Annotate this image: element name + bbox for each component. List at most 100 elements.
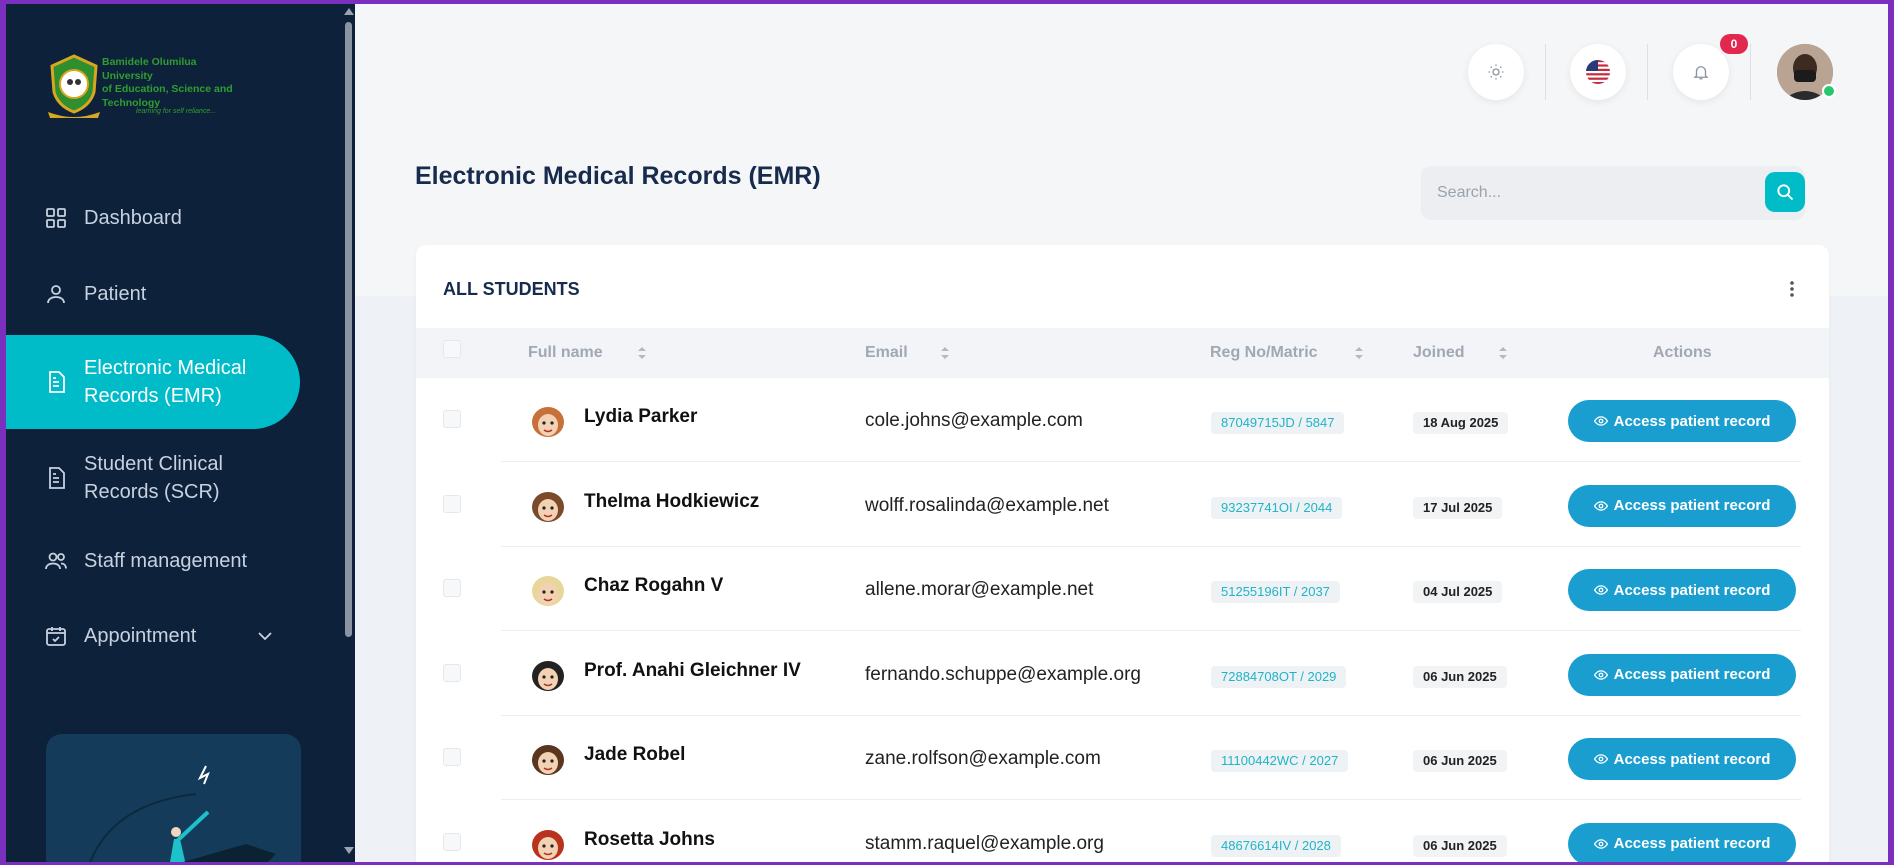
- main-content: 0 Electronic Medical Records (EMR) ALL S…: [355, 4, 1888, 862]
- access-patient-record-button[interactable]: Access patient record: [1568, 569, 1796, 611]
- reg-number-badge: 48676614IV / 2028: [1211, 834, 1341, 857]
- header-divider: [1545, 44, 1546, 100]
- student-avatar-icon: [532, 407, 564, 437]
- row-checkbox[interactable]: [443, 494, 461, 513]
- eye-icon: [1593, 838, 1608, 849]
- button-label: Access patient record: [1613, 581, 1771, 599]
- table-row: Lydia Parker cole.johns@example.com 870497…: [416, 378, 1829, 462]
- sidebar-scroll-thumb[interactable]: [345, 22, 352, 637]
- university-tagline: learning for self reliance...: [136, 108, 217, 115]
- joined-date-badge: 06 Jun 2025: [1413, 665, 1507, 688]
- calendar-icon: [46, 627, 66, 646]
- scroll-up-arrow-icon[interactable]: [344, 8, 354, 15]
- university-crest-icon: [48, 54, 100, 118]
- access-patient-record-button[interactable]: Access patient record: [1568, 822, 1796, 862]
- search-button[interactable]: [1765, 172, 1805, 212]
- sidebar-item-label: Patient: [84, 283, 147, 305]
- column-header-joined[interactable]: Joined: [1413, 344, 1465, 362]
- sidebar: Bamidele Olumilua University of Educatio…: [6, 4, 355, 862]
- bell-icon: [1693, 66, 1709, 80]
- sidebar-item-label: Electronic Medical Records (EMR): [84, 354, 246, 410]
- sort-icon[interactable]: [939, 345, 951, 361]
- access-patient-record-button[interactable]: Access patient record: [1568, 653, 1796, 696]
- chevron-down-icon[interactable]: [256, 627, 274, 645]
- eye-icon: [1593, 416, 1608, 426]
- sidebar-item-dashboard[interactable]: Dashboard: [6, 194, 300, 242]
- more-options-icon[interactable]: [1786, 277, 1798, 301]
- button-label: Access patient record: [1613, 497, 1771, 514]
- student-name[interactable]: Prof. Anahi Gleichner IV: [584, 660, 801, 682]
- table-row: Chaz Rogahn V allene.morar@example.net 512…: [416, 547, 1829, 631]
- joined-date-badge: 17 Jul 2025: [1413, 496, 1503, 519]
- column-header-reg-no[interactable]: Reg No/Matric: [1210, 344, 1318, 362]
- document-icon: [49, 467, 65, 489]
- header-divider: [1750, 44, 1751, 100]
- eye-icon: [1593, 585, 1608, 595]
- student-email: cole.johns@example.com: [865, 410, 1083, 431]
- student-avatar-icon: [532, 491, 564, 522]
- sidebar-item-patient[interactable]: Patient: [6, 270, 300, 318]
- sidebar-item-label: Student Clinical Records (SCR): [84, 450, 223, 506]
- user-icon: [47, 285, 65, 304]
- eye-icon: [1593, 754, 1608, 764]
- student-avatar-icon: [532, 829, 564, 860]
- column-header-email[interactable]: Email: [865, 344, 908, 362]
- sort-icon[interactable]: [636, 345, 648, 361]
- reg-number-badge: 72884708OT / 2029: [1211, 665, 1347, 688]
- notification-badge: 0: [1720, 34, 1748, 54]
- logo-line-1: Bamidele Olumilua University: [102, 56, 197, 82]
- student-name[interactable]: Thelma Hodkiewicz: [584, 491, 759, 513]
- online-status-dot: [1822, 84, 1836, 98]
- joined-date-badge: 06 Jun 2025: [1413, 750, 1507, 772]
- page-title: Electronic Medical Records (EMR): [415, 162, 821, 190]
- table-title: ALL STUDENTS: [443, 279, 580, 299]
- table-row: Rosetta Johns stamm.raquel@example.org 486…: [416, 801, 1829, 862]
- sidebar-item-label: Appointment: [84, 625, 197, 647]
- sort-icon[interactable]: [1497, 345, 1509, 361]
- theme-toggle-button[interactable]: [1468, 44, 1524, 100]
- language-button[interactable]: [1570, 44, 1626, 100]
- student-name[interactable]: Jade Robel: [584, 744, 685, 766]
- row-checkbox[interactable]: [443, 748, 461, 766]
- reg-number-badge: 87049715JD / 5847: [1211, 412, 1345, 434]
- sort-icon[interactable]: [1353, 345, 1365, 361]
- reg-number-badge: 93237741OI / 2044: [1211, 496, 1343, 519]
- student-avatar-icon: [532, 745, 564, 775]
- sidebar-promo-card: [46, 734, 301, 862]
- reg-number-badge: 51255196IT / 2037: [1211, 581, 1340, 603]
- row-checkbox[interactable]: [443, 663, 461, 682]
- student-name[interactable]: Chaz Rogahn V: [584, 575, 723, 597]
- eye-icon: [1593, 669, 1608, 680]
- student-name[interactable]: Lydia Parker: [584, 406, 697, 428]
- row-checkbox[interactable]: [443, 832, 461, 851]
- sidebar-item-staff-management[interactable]: Staff management: [6, 537, 300, 585]
- notifications-button[interactable]: [1673, 44, 1729, 100]
- document-icon: [49, 371, 65, 393]
- sidebar-item-label: Dashboard: [84, 207, 182, 229]
- scroll-down-arrow-icon[interactable]: [344, 847, 354, 854]
- sidebar-item-label: Staff management: [84, 550, 248, 572]
- university-logo[interactable]: Bamidele Olumilua University of Educatio…: [46, 52, 246, 122]
- student-name[interactable]: Rosetta Johns: [584, 829, 715, 851]
- student-email: allene.morar@example.net: [865, 579, 1094, 600]
- sidebar-item-emr[interactable]: Electronic Medical Records (EMR): [6, 335, 300, 429]
- student-avatar-icon: [532, 660, 564, 691]
- students-table-card: ALL STUDENTS Full name Email Reg No/Matr…: [416, 245, 1829, 862]
- row-checkbox[interactable]: [443, 579, 461, 597]
- label-line-2: Records (EMR): [84, 385, 222, 407]
- access-patient-record-button[interactable]: Access patient record: [1568, 484, 1796, 527]
- select-all-checkbox[interactable]: [443, 340, 461, 358]
- student-avatar-icon: [532, 576, 564, 606]
- label-line-1: Electronic Medical: [84, 357, 247, 379]
- sidebar-item-appointment[interactable]: Appointment: [6, 612, 300, 660]
- student-email: stamm.raquel@example.org: [865, 832, 1104, 854]
- sidebar-item-scr[interactable]: Student Clinical Records (SCR): [6, 431, 300, 525]
- button-label: Access patient record: [1613, 750, 1771, 768]
- search-input[interactable]: [1437, 166, 1737, 220]
- sun-icon: [1488, 64, 1504, 80]
- access-patient-record-button[interactable]: Access patient record: [1568, 400, 1796, 442]
- column-header-full-name[interactable]: Full name: [528, 344, 603, 362]
- row-checkbox[interactable]: [443, 410, 461, 428]
- promo-illustration-icon: [89, 765, 276, 862]
- access-patient-record-button[interactable]: Access patient record: [1568, 738, 1796, 780]
